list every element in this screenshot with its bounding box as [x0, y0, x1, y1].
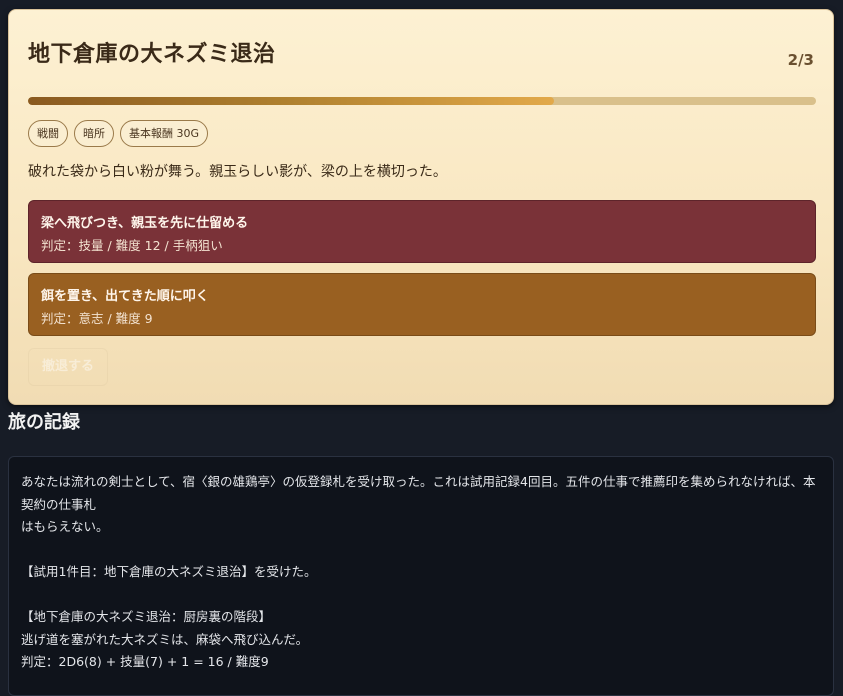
quest-progress-fill [28, 97, 554, 105]
choice-check: 判定：意志 / 難度 9 [41, 311, 153, 326]
log-spacer [21, 584, 821, 607]
quest-progress-bar [28, 97, 816, 105]
choice-title: 餌を置き、出てきた順に叩く [41, 289, 209, 304]
log-entry: 【地下倉庫の大ネズミ退治：厨房裏の階段】 [21, 609, 272, 624]
choice-check: 判定：技量 / 難度 12 / 手柄狙い [41, 238, 223, 253]
log-entry: はもらえない。 [21, 519, 109, 534]
log-entry: 【試用1件目：地下倉庫の大ネズミ退治】を受けた。 [21, 564, 317, 579]
tag-combat: 戦闘 [28, 120, 68, 147]
choice-button-bait[interactable]: 餌を置き、出てきた順に叩く 判定：意志 / 難度 9 [28, 273, 816, 336]
choice-title: 梁へ飛びつき、親玉を先に仕留める [41, 216, 249, 231]
log-entry: 判定：2D6(8) + 技量(7) + 1 = 16 / 難度9 [21, 654, 269, 669]
quest-title: 地下倉庫の大ネズミ退治 [28, 42, 276, 67]
tag-darkness: 暗所 [74, 120, 114, 147]
log-entry: 逃げ道を塞がれた大ネズミは、麻袋へ飛び込んだ。 [21, 631, 309, 647]
quest-progress-counter: 2/3 [787, 51, 814, 69]
retreat-button[interactable]: 撤退する [28, 348, 108, 386]
choice-button-aggressive[interactable]: 梁へ飛びつき、親玉を先に仕留める 判定：技量 / 難度 12 / 手柄狙い [28, 200, 816, 263]
log-heading: 旅の記録 [8, 412, 80, 433]
quest-description: 破れた袋から白い粉が舞う。親玉らしい影が、梁の上を横切った。 [28, 164, 447, 180]
quest-card: 地下倉庫の大ネズミ退治 2/3 戦闘 暗所 基本報酬 30G 破れた袋から白い粉… [8, 9, 834, 405]
log-spacer [21, 539, 821, 562]
quest-tags: 戦闘 暗所 基本報酬 30G [28, 120, 209, 147]
tag-base-reward: 基本報酬 30G [120, 120, 209, 147]
log-panel[interactable]: あなたは流れの剣士として、宿〈銀の雄鶏亭〉の仮登録札を受け取った。これは試用記録… [8, 456, 834, 696]
log-entry: あなたは流れの剣士として、宿〈銀の雄鶏亭〉の仮登録札を受け取った。これは試用記録… [21, 474, 816, 512]
